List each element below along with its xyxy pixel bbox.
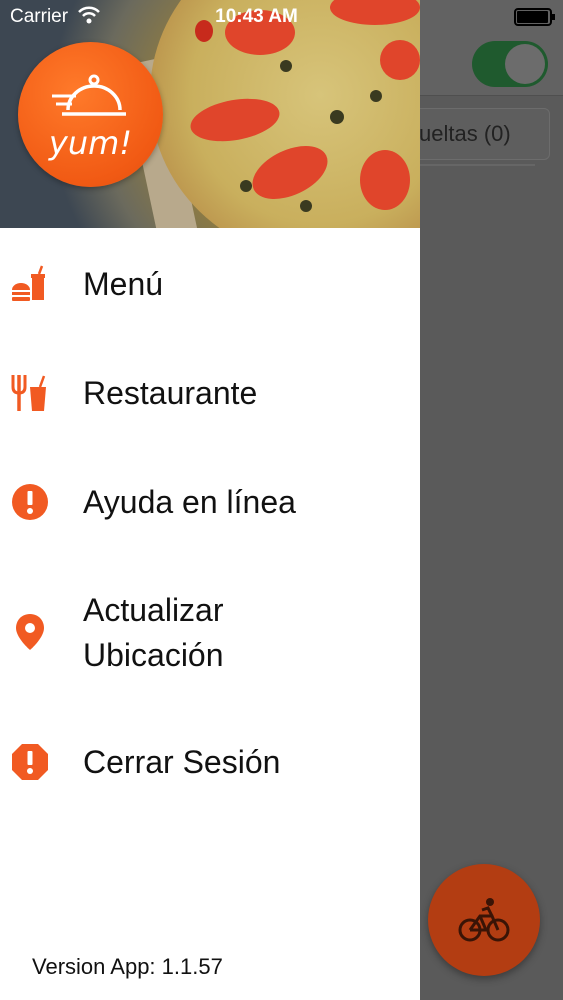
status-bar: Carrier 10:43 AM	[0, 0, 563, 32]
bicycle-icon	[458, 898, 510, 942]
menu-item-label: Ayuda en línea	[83, 484, 296, 520]
menu-item-restaurante[interactable]: Restaurante	[0, 371, 420, 415]
menu-item-label-line2: Ubicación	[83, 637, 224, 673]
availability-toggle[interactable]	[472, 41, 548, 87]
battery-icon	[514, 8, 555, 26]
side-drawer: yum! Menú Restaurante Ayuda en línea Act…	[0, 0, 420, 1000]
alert-circle-icon	[12, 484, 48, 520]
menu-item-cerrar-sesion[interactable]: Cerrar Sesión	[0, 740, 420, 784]
menu-item-label-line1: Actualizar	[83, 592, 224, 628]
logo-text: yum!	[48, 124, 133, 162]
menu-item-label: Cerrar Sesión	[83, 744, 281, 780]
cutlery-drink-icon	[11, 375, 46, 411]
menu-item-label: Menú	[83, 266, 164, 302]
drawer-header-image: yum!	[0, 0, 420, 228]
alert-octagon-icon	[12, 744, 48, 780]
menu-item-actualizar-ubicacion[interactable]: Actualizar Ubicación	[0, 588, 420, 678]
fastfood-icon	[12, 265, 45, 301]
cloche-icon	[52, 74, 126, 116]
delivery-fab-button[interactable]	[428, 864, 540, 976]
location-pin-icon	[16, 614, 44, 650]
menu-item-label: Restaurante	[83, 375, 258, 411]
status-time: 10:43 AM	[215, 6, 298, 27]
menu-item-ayuda[interactable]: Ayuda en línea	[0, 480, 420, 524]
tab-vueltas-label: ueltas (0)	[419, 121, 511, 146]
toggle-knob	[505, 44, 545, 84]
menu-item-menu[interactable]: Menú	[0, 262, 420, 306]
yum-logo: yum!	[18, 42, 163, 187]
app-version: Version App: 1.1.57	[32, 954, 223, 979]
tab-indicator	[420, 164, 535, 166]
